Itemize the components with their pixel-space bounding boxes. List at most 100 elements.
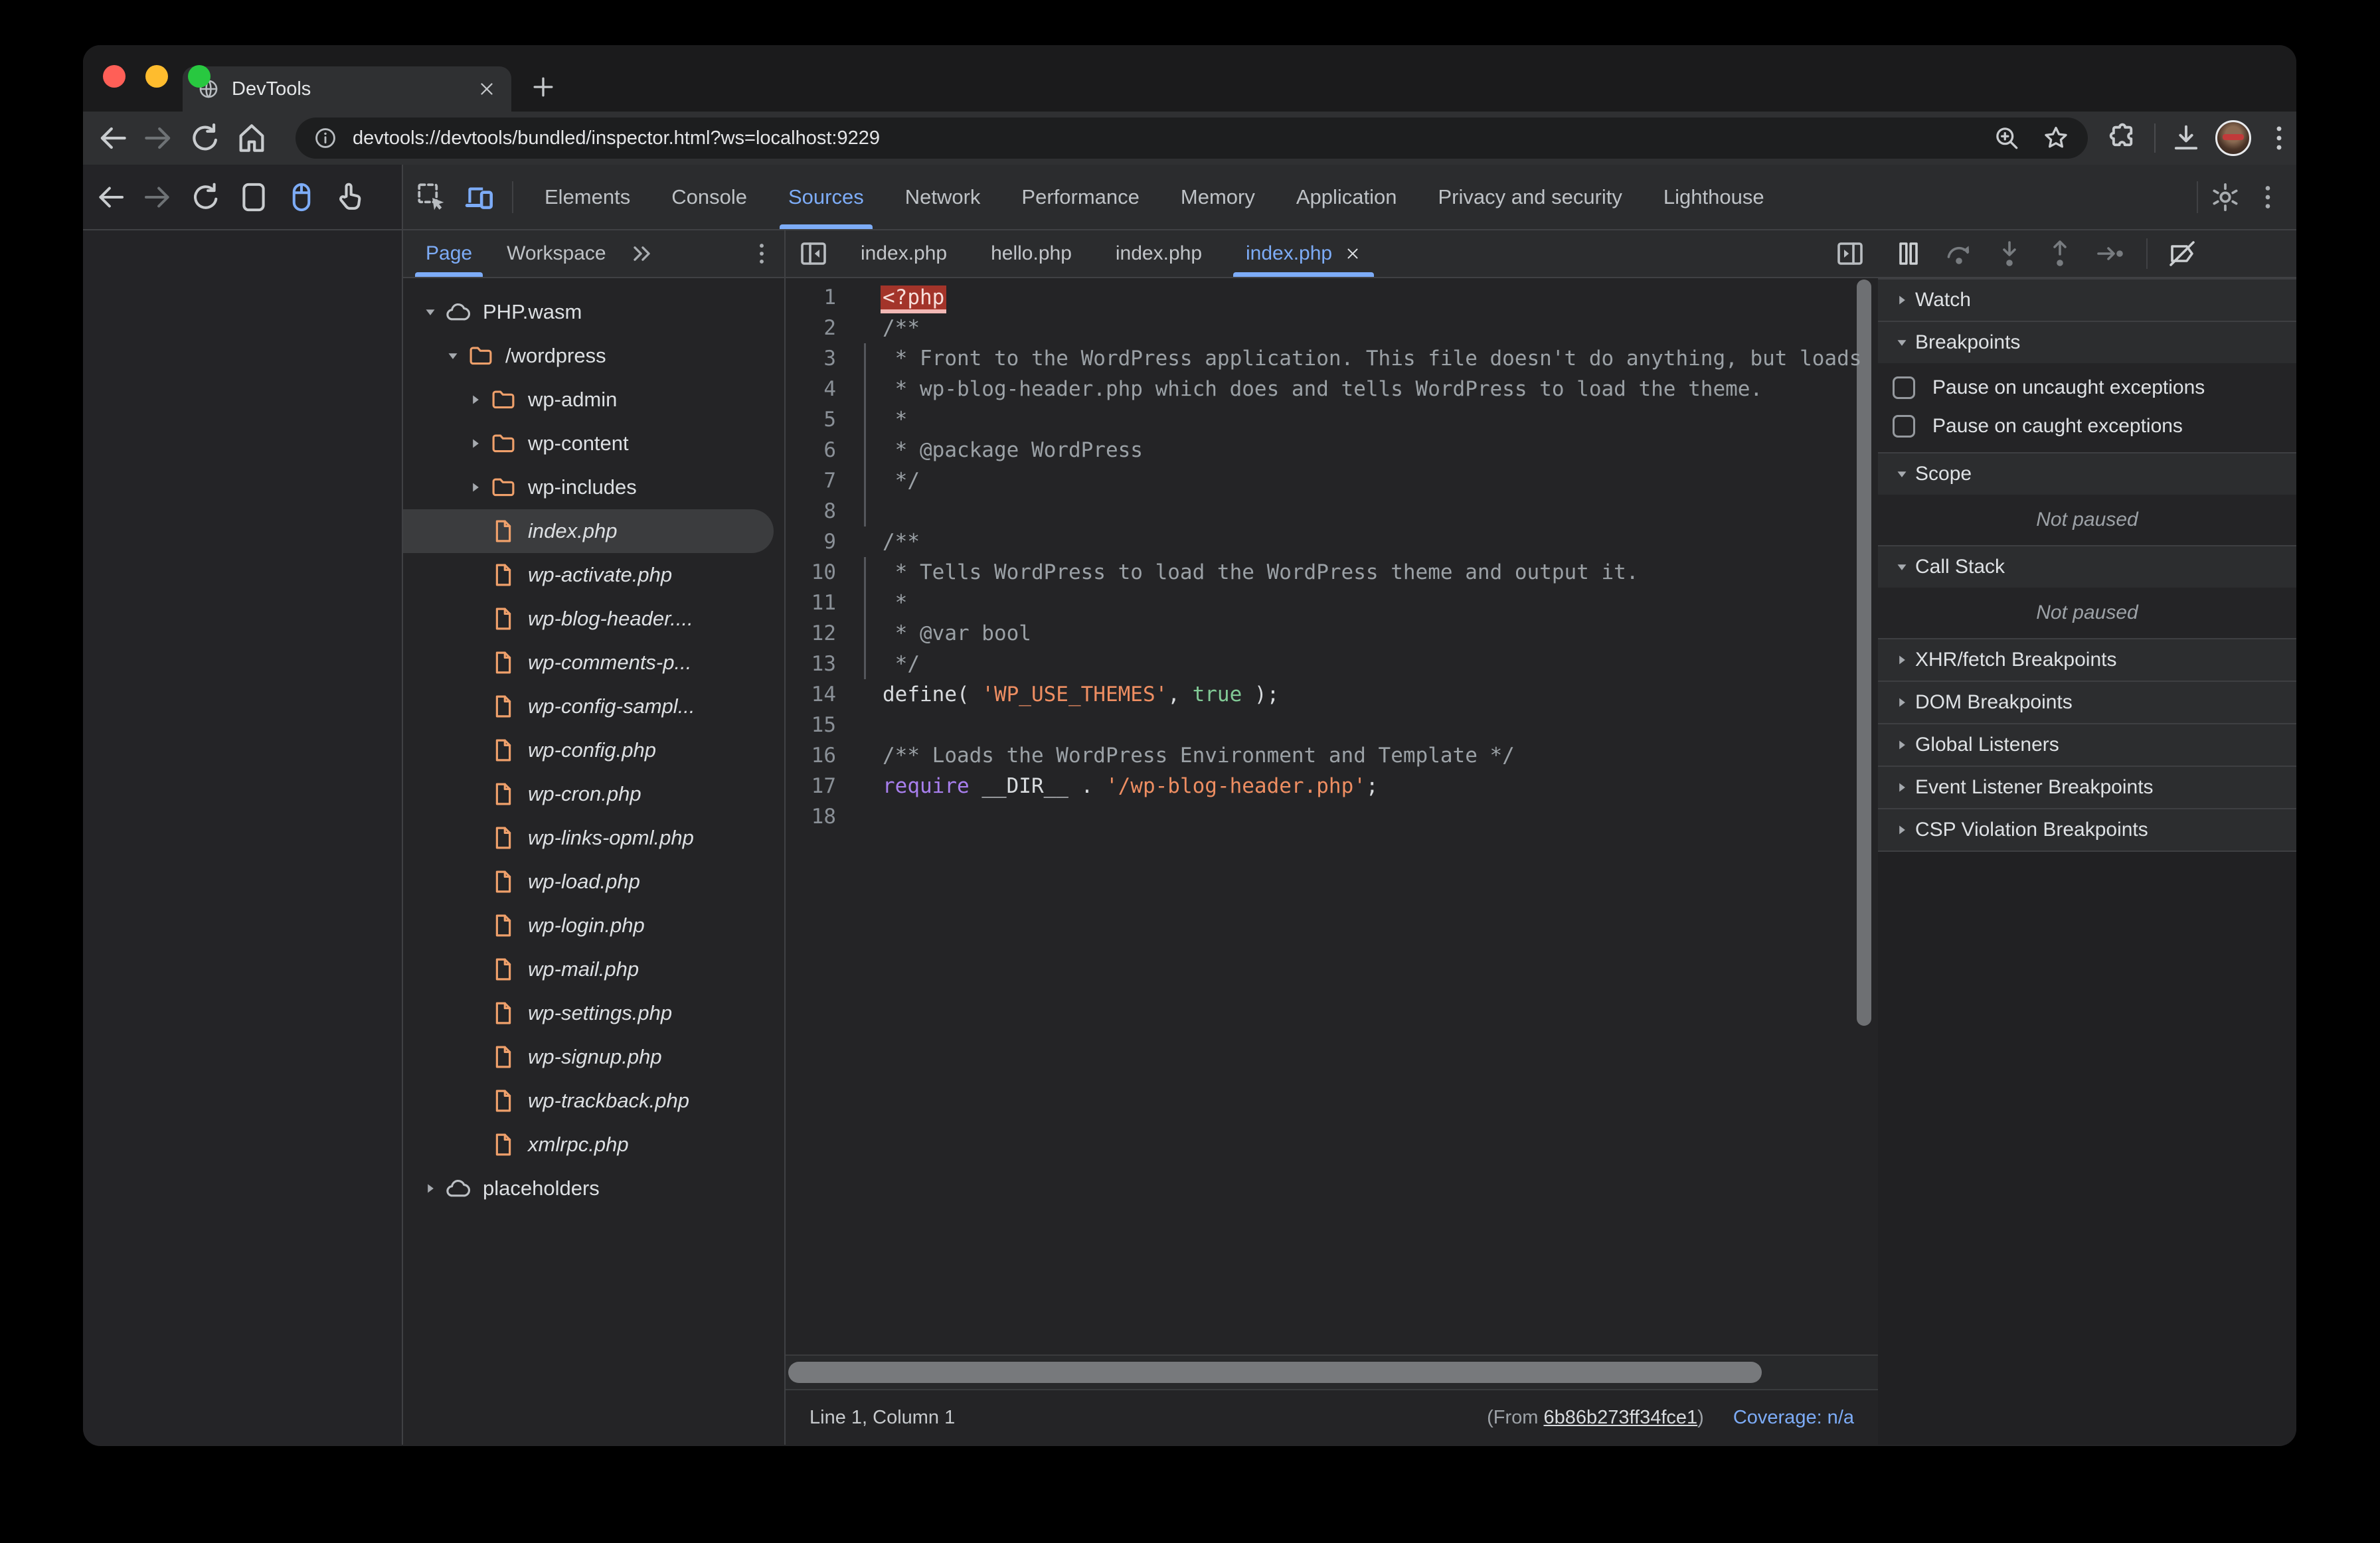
line-number-gutter[interactable]: 4 [786, 374, 864, 404]
line-number-gutter[interactable]: 13 [786, 649, 864, 679]
menu-kebab-icon[interactable] [2262, 121, 2296, 155]
tree-expand-arrow-down-icon[interactable] [440, 347, 466, 365]
tree-expand-arrow-down-icon[interactable] [418, 303, 443, 321]
tree-item-wp-blog-header[interactable]: wp-blog-header.... [403, 597, 784, 641]
close-tab-icon[interactable] [477, 79, 497, 99]
editor-vertical-scrollbar[interactable] [1857, 280, 1871, 1026]
devtools-tab-console[interactable]: Console [651, 165, 768, 229]
checkbox-row-pause-on-uncaught-exceptions[interactable]: Pause on uncaught exceptions [1878, 368, 2296, 407]
source-hash-link[interactable]: 6b86b273ff34fce1 [1543, 1407, 1697, 1428]
line-number-gutter[interactable]: 8 [786, 496, 864, 527]
tree-item-wp-load-php[interactable]: wp-load.php [403, 860, 784, 904]
tree-item-wp-trackback-php[interactable]: wp-trackback.php [403, 1079, 784, 1123]
step-out-icon[interactable] [2044, 238, 2076, 270]
tree-item-wp-admin[interactable]: wp-admin [403, 378, 784, 422]
tree-expand-arrow-right-icon[interactable] [463, 479, 488, 496]
section-header-scope[interactable]: Scope [1878, 452, 2296, 495]
devtools-tab-elements[interactable]: Elements [524, 165, 651, 229]
line-number-gutter[interactable]: 7 [786, 465, 864, 496]
device-toolbar-icon[interactable] [463, 181, 496, 214]
editor-tab-index-php-0[interactable]: index.php [839, 230, 969, 277]
viewport-icon[interactable] [236, 179, 272, 215]
reload-icon[interactable] [187, 120, 224, 157]
checkbox-row-pause-on-caught-exceptions[interactable]: Pause on caught exceptions [1878, 407, 2296, 446]
minimize-window-button[interactable] [145, 65, 168, 88]
editor-horizontal-scrollbar[interactable] [786, 1354, 1878, 1389]
back-icon[interactable] [92, 179, 128, 215]
devtools-tab-application[interactable]: Application [1276, 165, 1418, 229]
tree-item-wp-comments-p[interactable]: wp-comments-p... [403, 641, 784, 685]
back-icon[interactable] [94, 120, 131, 157]
bookmark-star-icon[interactable] [2041, 123, 2071, 153]
editor-tab-index-php-3[interactable]: index.php [1224, 230, 1383, 277]
tree-item-wp-login-php[interactable]: wp-login.php [403, 904, 784, 947]
tree-expand-arrow-right-icon[interactable] [463, 391, 488, 408]
browser-tab[interactable]: DevTools [183, 66, 511, 112]
tree-item-wp-content[interactable]: wp-content [403, 422, 784, 465]
deactivate-breakpoints-icon[interactable] [2166, 238, 2198, 270]
section-header-breakpoints[interactable]: Breakpoints [1878, 321, 2296, 363]
toggle-navigator-icon[interactable] [798, 238, 829, 270]
tree-item-wp-activate-php[interactable]: wp-activate.php [403, 553, 784, 597]
tab-page[interactable]: Page [408, 230, 489, 277]
profile-avatar[interactable] [2215, 120, 2251, 156]
tree-item-wp-config-sampl[interactable]: wp-config-sampl... [403, 685, 784, 728]
line-number-gutter[interactable]: 5 [786, 404, 864, 435]
editor-tab-hello-php-1[interactable]: hello.php [969, 230, 1094, 277]
pause-icon[interactable] [1893, 238, 1924, 270]
line-number-gutter[interactable]: 15 [786, 710, 864, 740]
editor-tab-index-php-2[interactable]: index.php [1094, 230, 1224, 277]
devtools-tab-memory[interactable]: Memory [1160, 165, 1276, 229]
devtools-tab-performance[interactable]: Performance [1001, 165, 1159, 229]
inspect-icon[interactable] [415, 181, 448, 214]
forward-icon[interactable] [140, 179, 176, 215]
line-number-gutter[interactable]: 9 [786, 527, 864, 557]
code-editor[interactable]: 1<?php2/**3 * Front to the WordPress app… [786, 278, 1878, 1354]
settings-gear-icon[interactable] [2209, 181, 2242, 214]
checkbox-unchecked[interactable] [1893, 415, 1915, 438]
home-icon[interactable] [233, 120, 270, 157]
tree-item-wp-links-opml-php[interactable]: wp-links-opml.php [403, 816, 784, 860]
chevron-double-right-icon[interactable] [628, 239, 657, 268]
close-window-button[interactable] [103, 65, 126, 88]
mouse-icon[interactable] [284, 179, 319, 215]
step-into-icon[interactable] [1994, 238, 2025, 270]
step-over-icon[interactable] [1943, 238, 1975, 270]
devtools-tab-lighthouse[interactable]: Lighthouse [1643, 165, 1785, 229]
tree-item-wp-mail-php[interactable]: wp-mail.php [403, 947, 784, 991]
download-icon[interactable] [2169, 121, 2203, 155]
checkbox-unchecked[interactable] [1893, 376, 1915, 399]
line-number-gutter[interactable]: 10 [786, 557, 864, 588]
line-number-gutter[interactable]: 1 [786, 282, 864, 313]
step-icon[interactable] [2094, 238, 2126, 270]
section-header-dom-breakpoints[interactable]: DOM Breakpoints [1878, 681, 2296, 723]
line-number-gutter[interactable]: 12 [786, 618, 864, 649]
coverage-link[interactable]: Coverage: n/a [1733, 1407, 1854, 1429]
line-number-gutter[interactable]: 14 [786, 679, 864, 710]
line-number-gutter[interactable]: 17 [786, 771, 864, 801]
tree-item-placeholders[interactable]: placeholders [403, 1167, 784, 1210]
section-header-call-stack[interactable]: Call Stack [1878, 545, 2296, 588]
tab-workspace[interactable]: Workspace [489, 230, 624, 277]
section-header-watch[interactable]: Watch [1878, 278, 2296, 321]
line-number-gutter[interactable]: 11 [786, 588, 864, 618]
url-bar[interactable]: devtools://devtools/bundled/inspector.ht… [296, 118, 2088, 159]
tree-item-wp-includes[interactable]: wp-includes [403, 465, 784, 509]
devtools-tab-sources[interactable]: Sources [768, 165, 885, 229]
menu-kebab-icon[interactable] [2251, 181, 2284, 214]
section-header-csp-violation-breakpoints[interactable]: CSP Violation Breakpoints [1878, 808, 2296, 851]
tree-item-wp-signup-php[interactable]: wp-signup.php [403, 1035, 784, 1079]
horizontal-scrollbar-thumb[interactable] [788, 1362, 1762, 1383]
tree-item-wordpress[interactable]: /wordpress [403, 334, 784, 378]
tree-item-wp-config-php[interactable]: wp-config.php [403, 728, 784, 772]
new-tab-button[interactable] [529, 72, 558, 102]
forward-icon[interactable] [140, 120, 177, 157]
line-number-gutter[interactable]: 3 [786, 343, 864, 374]
line-number-gutter[interactable]: 18 [786, 801, 864, 832]
devtools-tab-network[interactable]: Network [885, 165, 1001, 229]
page-info-icon[interactable] [313, 125, 338, 151]
touch-icon[interactable] [331, 179, 367, 215]
close-editor-tab-icon[interactable] [1344, 245, 1361, 262]
tree-item-wp-cron-php[interactable]: wp-cron.php [403, 772, 784, 816]
navigator-menu-kebab-icon[interactable] [747, 239, 776, 268]
